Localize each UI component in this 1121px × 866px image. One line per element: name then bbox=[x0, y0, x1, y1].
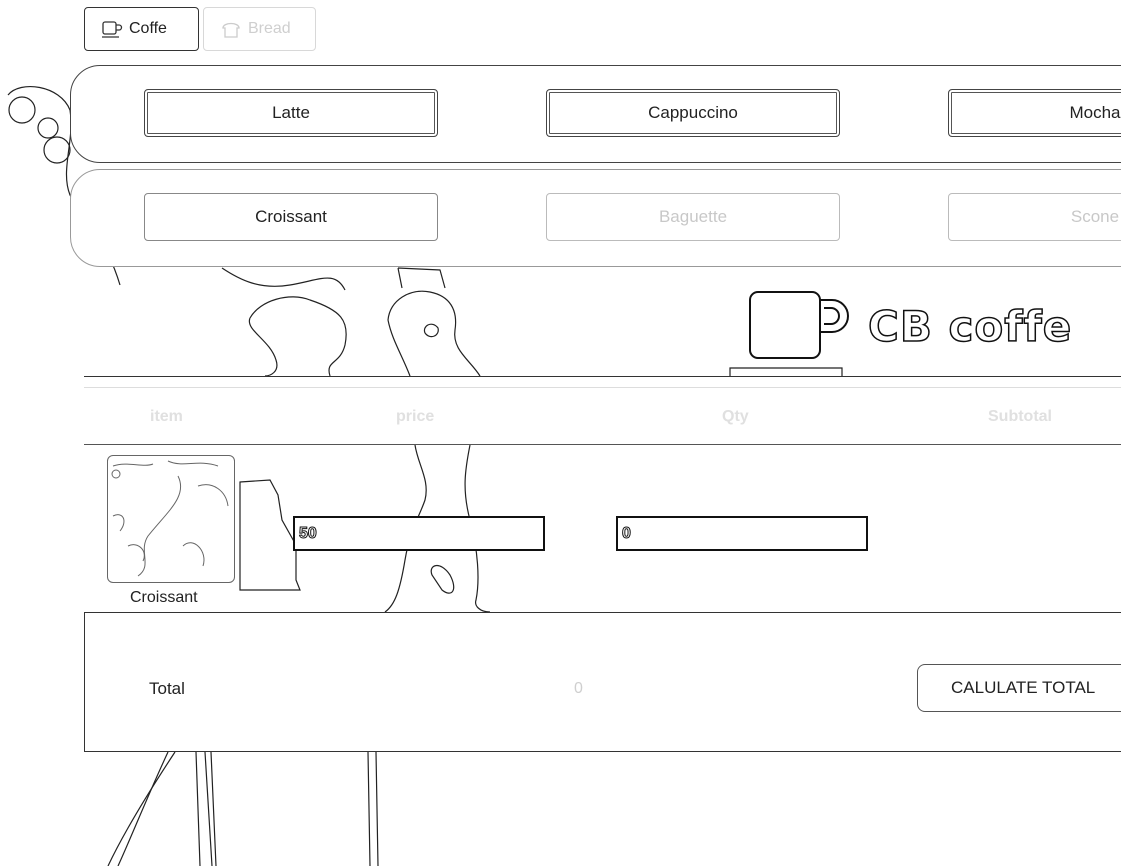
coffee-cup-icon bbox=[749, 291, 849, 359]
cup-icon bbox=[102, 21, 123, 38]
brand-logo: CB coffe bbox=[748, 290, 1072, 362]
brand-title: CB coffe bbox=[867, 301, 1073, 352]
product-scone-button[interactable]: Scone bbox=[948, 193, 1121, 241]
header-subtotal: Subtotal bbox=[988, 408, 1052, 425]
tab-bread-label: Bread bbox=[248, 20, 291, 37]
product-baguette-button[interactable]: Baguette bbox=[546, 193, 840, 241]
total-label: Total bbox=[149, 679, 185, 698]
calculate-total-button[interactable]: CALULATE TOTAL bbox=[917, 664, 1121, 712]
total-value: 0 bbox=[574, 680, 583, 697]
total-bar: Total 0 CALULATE TOTAL bbox=[84, 612, 1121, 752]
tab-coffee-label: Coffe bbox=[129, 20, 167, 37]
bread-products-panel: Croissant Baguette Scone bbox=[70, 169, 1121, 267]
coffee-products-panel: Latte Cappuccino Mocha bbox=[70, 65, 1121, 163]
quantity-field[interactable]: 0 bbox=[616, 516, 868, 551]
pos-app: Coffe Bread Latte Cappuccino Mocha Crois… bbox=[0, 0, 1121, 866]
croissant-image bbox=[111, 460, 229, 577]
product-latte-button[interactable]: Latte bbox=[144, 89, 438, 137]
product-mocha-button[interactable]: Mocha bbox=[948, 89, 1121, 137]
header-qty: Qty bbox=[722, 408, 749, 425]
order-table-header: item price Qty Subtotal bbox=[84, 387, 1121, 445]
item-thumbnail bbox=[107, 455, 235, 583]
header-price: price bbox=[396, 408, 435, 425]
price-field[interactable]: 50 bbox=[293, 516, 545, 551]
bread-icon bbox=[222, 22, 240, 38]
header-item: item bbox=[150, 408, 183, 425]
tab-coffee[interactable]: Coffe bbox=[84, 7, 199, 51]
table-divider bbox=[84, 376, 1121, 377]
product-croissant-button[interactable]: Croissant bbox=[144, 193, 438, 241]
item-name: Croissant bbox=[130, 589, 198, 606]
tab-bread[interactable]: Bread bbox=[203, 7, 316, 51]
category-tabs: Coffe Bread bbox=[84, 7, 316, 51]
product-cappuccino-button[interactable]: Cappuccino bbox=[546, 89, 840, 137]
